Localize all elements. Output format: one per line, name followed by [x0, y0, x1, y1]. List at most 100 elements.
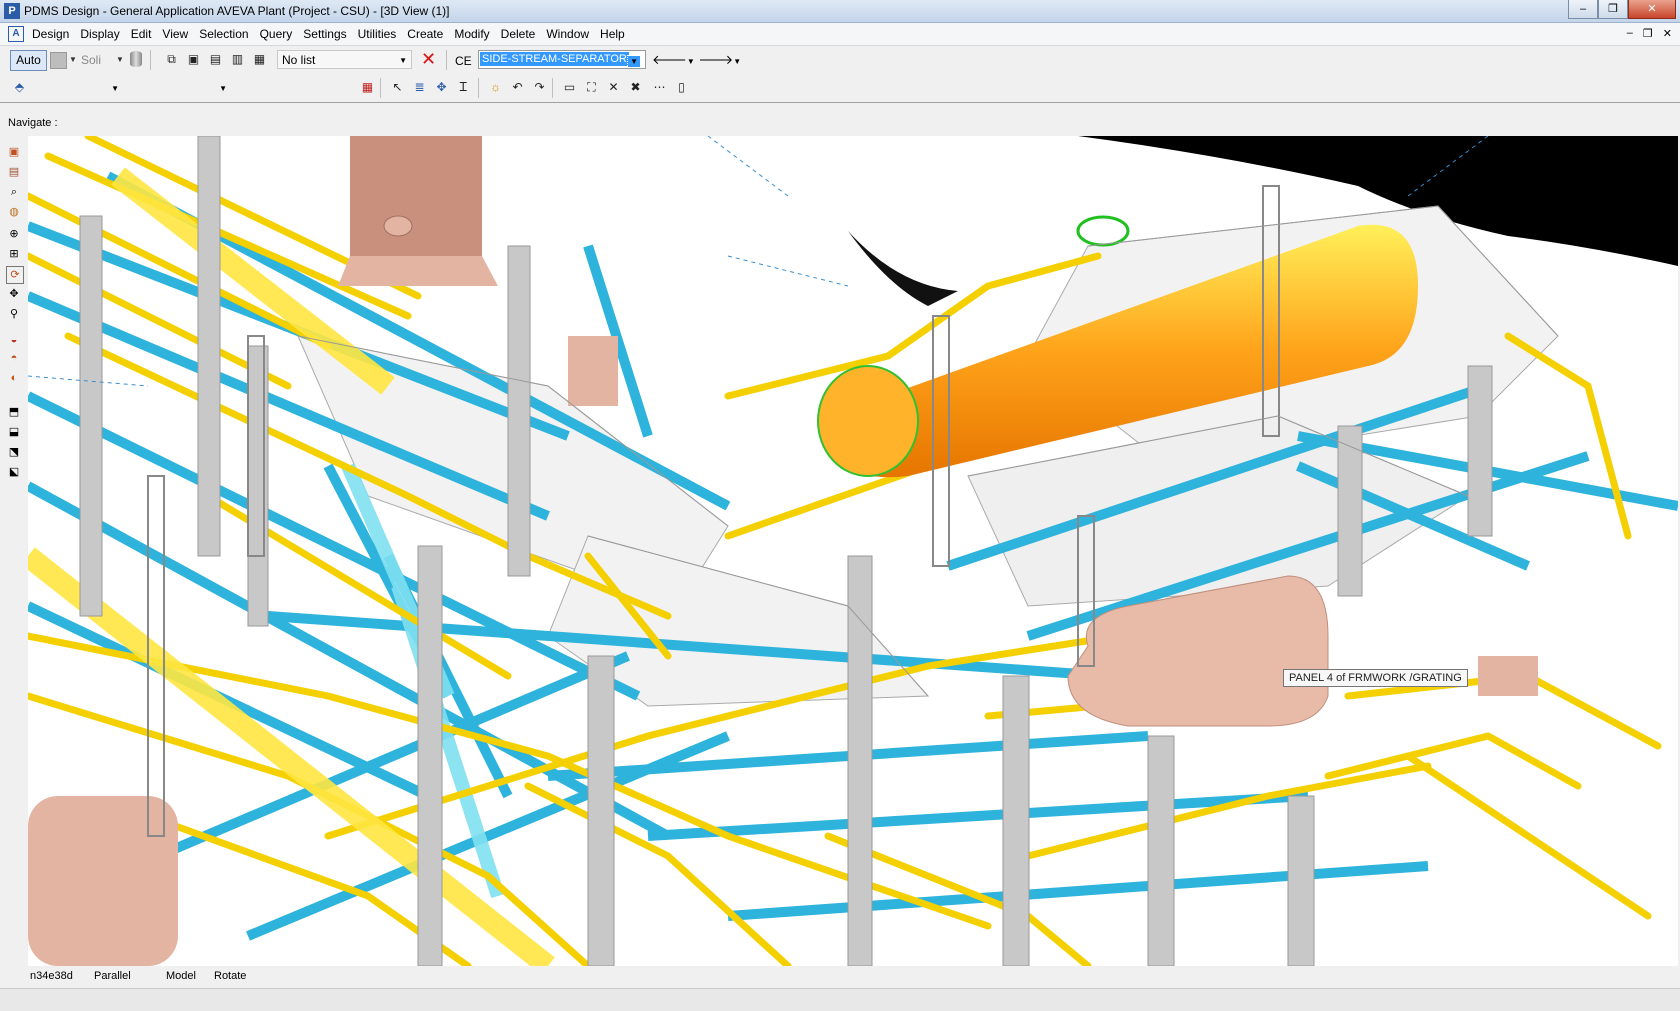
auto-button[interactable]: Auto [10, 50, 47, 71]
layer-icon[interactable]: ≣ [412, 80, 427, 95]
menu-display[interactable]: Display [80, 27, 119, 41]
chevron-down-icon: ▼ [111, 84, 119, 93]
view-mode[interactable]: Model [166, 970, 196, 982]
walk-icon[interactable]: ▣ [6, 144, 22, 160]
text-icon[interactable]: Ꮖ [456, 80, 471, 95]
select-cursor-icon[interactable]: ↖ [390, 80, 405, 95]
close-button[interactable]: ✕ [1628, 0, 1676, 19]
menu-design[interactable]: Design [32, 27, 69, 41]
zoom-icon[interactable]: ⊕ [6, 226, 22, 242]
chevron-down-icon[interactable]: ▼ [733, 57, 741, 66]
menu-modify[interactable]: Modify [454, 27, 489, 41]
mdi-minimize-button[interactable]: – [1627, 27, 1633, 40]
clear-icon[interactable]: ✕ [421, 49, 436, 69]
move-icon[interactable]: ✥ [434, 80, 449, 95]
forward-arrow-icon[interactable]: 🡒 [698, 52, 733, 67]
menu-delete[interactable]: Delete [501, 27, 536, 41]
box-icon[interactable]: ▤ [6, 164, 22, 180]
menu-bar: A Design Display Edit View Selection Que… [0, 23, 1680, 46]
shade-icon[interactable]: ◓ [6, 350, 22, 366]
zoom-in-icon[interactable]: ✕ [606, 80, 621, 95]
globe-icon[interactable]: ◍ [6, 204, 22, 220]
database-icon[interactable] [130, 51, 142, 67]
colour-icon[interactable]: ◒ [6, 332, 22, 348]
plane-icon[interactable]: ⬘ [12, 80, 27, 95]
window-title: PDMS Design - General Application AVEVA … [24, 4, 450, 18]
chevron-down-icon: ▼ [399, 56, 407, 65]
save-icon[interactable]: ▣ [186, 52, 201, 67]
mdi-close-button[interactable]: ✕ [1663, 27, 1672, 40]
menu-query[interactable]: Query [260, 27, 293, 41]
zoom-extents-icon[interactable]: ⛶ [584, 80, 599, 95]
rotate-icon[interactable]: ⟳ [6, 266, 24, 284]
menu-settings[interactable]: Settings [303, 27, 346, 41]
menu-window[interactable]: Window [546, 27, 589, 41]
view-2-icon[interactable]: ⬓ [6, 424, 22, 440]
menu-utilities[interactable]: Utilities [358, 27, 397, 41]
chevron-down-icon[interactable]: ▼ [69, 55, 77, 64]
navigate-label: Navigate : [8, 117, 58, 129]
mouse-action[interactable]: Rotate [214, 970, 246, 982]
minimize-button[interactable]: – [1568, 0, 1598, 19]
view-toolbar: ⬘ ▼ ▼ ▦ ↖ ≣ ✥ Ꮖ ☼ ↶ ↷ ▭ ⛶ ✕ ✖ ⋯ ▯ [0, 75, 1680, 103]
main-toolbar: Auto ▼ Soli ▼ ⧉ ▣ ▤ ▥ ▦ No list ▼ ✕ CE S… [0, 46, 1680, 74]
mdi-restore-button[interactable]: ❐ [1643, 27, 1653, 40]
colour-swatch[interactable] [50, 52, 67, 69]
grid-icon[interactable]: ▦ [360, 80, 375, 95]
menu-selection[interactable]: Selection [199, 27, 248, 41]
render-mode-select[interactable]: Soli [81, 53, 101, 67]
copy-icon[interactable]: ⧉ [164, 52, 179, 67]
left-toolstrip: ▣ ▤ ⌕ ◍ ⊕ ⊞ ⟳ ✥ ⚲ ◒ ◓ ◐ ⬒ ⬓ ⬔ ⬕ [0, 136, 28, 966]
3d-viewport[interactable]: PANEL 4 of FRMWORK /GRATING [28, 136, 1678, 966]
back-arrow-icon[interactable]: 🡐 [652, 52, 687, 67]
view-3-icon[interactable]: ⬔ [6, 444, 22, 460]
pan-icon[interactable]: ✥ [6, 286, 22, 302]
menu-create[interactable]: Create [407, 27, 443, 41]
title-bar: P PDMS Design - General Application AVEV… [0, 0, 1680, 23]
list-icon[interactable]: ▦ [252, 52, 267, 67]
undo-icon[interactable]: ↶ [510, 80, 525, 95]
view-combo-2[interactable]: ▼ [124, 80, 230, 100]
list-select-value: No list [282, 53, 316, 67]
view-4-icon[interactable]: ⬕ [6, 464, 22, 480]
document-icon[interactable]: A [8, 26, 24, 42]
plant-model[interactable] [28, 136, 1678, 966]
window-tile-icon[interactable]: ▥ [230, 52, 245, 67]
redo-icon[interactable]: ↷ [532, 80, 547, 95]
ce-label: CE [455, 54, 472, 68]
chevron-down-icon[interactable]: ▼ [687, 57, 695, 66]
menu-view[interactable]: View [162, 27, 188, 41]
light-icon[interactable]: ⚲ [6, 306, 22, 322]
page-icon[interactable]: ▯ [674, 80, 689, 95]
valve-station [568, 336, 618, 406]
separator-head[interactable] [817, 365, 919, 477]
view-1-icon[interactable]: ⬒ [6, 404, 22, 420]
list-select[interactable]: No list ▼ [277, 50, 412, 69]
shadow-region [848, 231, 958, 306]
options-icon[interactable]: ⋯ [652, 80, 667, 95]
restore-button[interactable]: ❐ [1598, 0, 1628, 19]
sun-icon[interactable]: ☼ [488, 80, 503, 95]
menu-edit[interactable]: Edit [131, 27, 152, 41]
chevron-down-icon[interactable]: ▼ [116, 55, 124, 64]
projection-mode[interactable]: Parallel [94, 970, 131, 982]
menu-help[interactable]: Help [600, 27, 625, 41]
zoom-area-icon[interactable]: ⊞ [6, 246, 22, 262]
view-combo-1[interactable]: ▼ [30, 80, 122, 100]
magnifier-icon[interactable]: ⌕ [6, 184, 22, 200]
chevron-down-icon: ▼ [627, 55, 641, 68]
element-tooltip: PANEL 4 of FRMWORK /GRATING [1283, 669, 1468, 687]
navigation-arrows: 🡐▼ 🡒▼ [652, 52, 741, 68]
status-bar [0, 988, 1680, 1011]
column-tower [350, 136, 482, 256]
ce-value: SIDE-STREAM-SEPARATOR [479, 51, 630, 67]
folder-icon[interactable]: ▭ [562, 80, 577, 95]
window-icon[interactable]: ▤ [208, 52, 223, 67]
toolbar-separator [380, 78, 381, 98]
cross-icon[interactable]: ✖ [628, 80, 643, 95]
status-row: n34e38d Parallel Model Rotate [0, 968, 1680, 986]
ce-field[interactable]: SIDE-STREAM-SEPARATOR ▼ [478, 50, 646, 69]
manway [383, 215, 413, 237]
view-direction: n34e38d [30, 970, 73, 982]
section-icon[interactable]: ◐ [6, 370, 22, 386]
